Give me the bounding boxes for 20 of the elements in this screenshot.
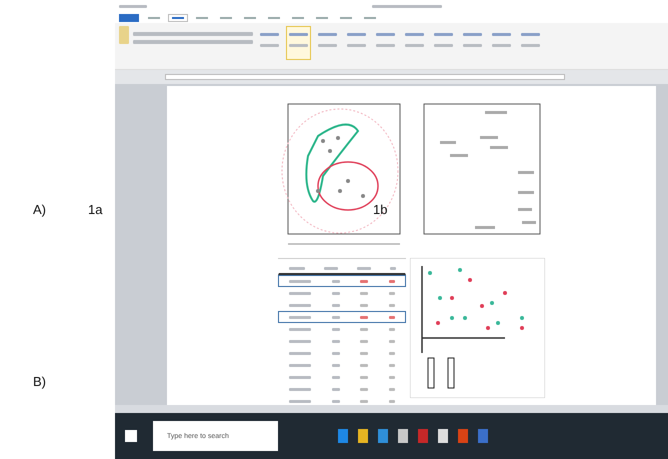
ribbon-tab[interactable] [193, 15, 211, 21]
figure-label: B) [33, 373, 46, 391]
ribbon-tab[interactable] [337, 15, 355, 21]
style-gallery-item[interactable] [286, 26, 311, 60]
figure-label: 1b [373, 201, 388, 219]
category-label-box [448, 358, 454, 388]
quick-access-toolbar [119, 5, 147, 8]
ribbon-tab[interactable] [145, 15, 163, 21]
ribbon-tab[interactable] [241, 15, 259, 21]
ribbon-tab[interactable] [217, 15, 235, 21]
category-label-box [428, 358, 434, 388]
ribbon-tab[interactable] [289, 15, 307, 21]
start-button[interactable] [125, 430, 137, 442]
figure-label: A) [33, 201, 46, 219]
ribbon-tab[interactable] [265, 15, 283, 21]
ribbon-tab[interactable] [313, 15, 331, 21]
ribbon-tab[interactable] [169, 15, 187, 21]
figure-label: 1a [88, 201, 102, 219]
ribbon-tab[interactable] [361, 15, 379, 21]
window-title [372, 5, 442, 8]
